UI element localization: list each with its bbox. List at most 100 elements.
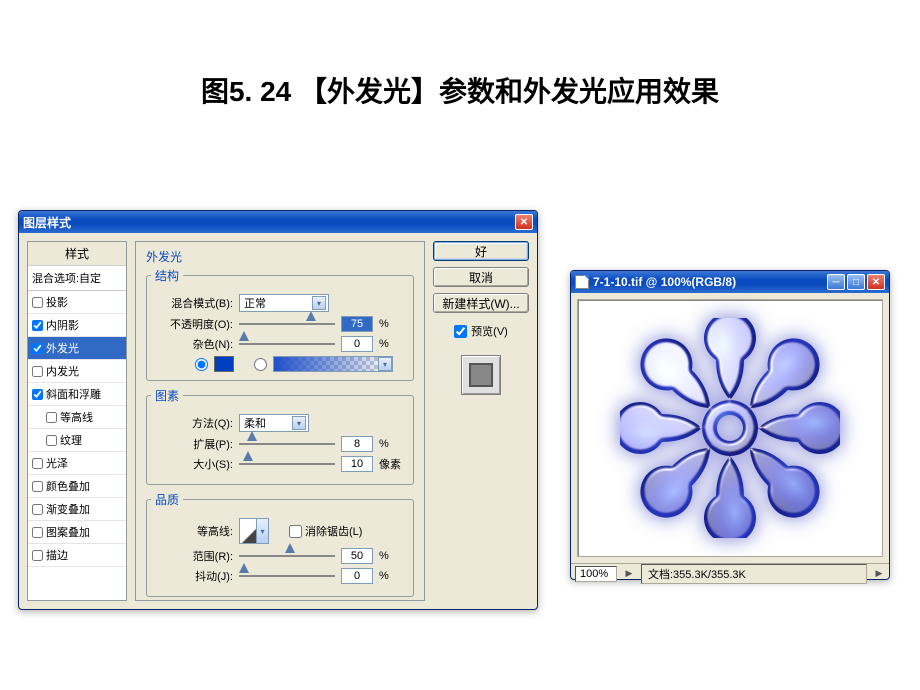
spread-slider[interactable] (239, 436, 335, 452)
style-label: 光泽 (46, 455, 68, 471)
size-unit: 像素 (379, 456, 401, 472)
quality-group: 品质 等高线: ▾ 消除锯齿(L) 范围(R): (146, 491, 414, 597)
flower-shape (620, 318, 840, 538)
style-item[interactable]: 颜色叠加 (28, 475, 126, 498)
status-bar: 100% ▶ 文档:355.3K/355.3K ▶ (571, 563, 889, 583)
style-item[interactable]: 光泽 (28, 452, 126, 475)
opacity-input[interactable] (341, 316, 373, 332)
contour-picker[interactable]: ▾ (239, 518, 269, 544)
style-checkbox[interactable] (32, 389, 43, 400)
structure-group: 结构 混合模式(B): 正常 ▾ 不透明度(O): % (146, 267, 414, 381)
canvas[interactable] (577, 299, 883, 557)
technique-value: 柔和 (244, 415, 266, 431)
chevron-down-icon[interactable]: ▾ (312, 296, 326, 310)
style-label: 颜色叠加 (46, 478, 90, 494)
jitter-slider[interactable] (239, 568, 335, 584)
chevron-right-icon[interactable]: ▶ (623, 568, 635, 579)
dialog-title: 图层样式 (23, 214, 71, 231)
style-label: 图案叠加 (46, 524, 90, 540)
style-item[interactable]: 描边 (28, 544, 126, 567)
doc-info: 文档:355.3K/355.3K (641, 564, 867, 584)
gradient-swatch[interactable]: ▾ (273, 356, 393, 372)
noise-slider[interactable] (239, 336, 335, 352)
style-checkbox[interactable] (32, 343, 43, 354)
minimize-icon[interactable]: ─ (827, 274, 845, 290)
chevron-down-icon[interactable]: ▾ (292, 416, 306, 430)
zoom-field[interactable]: 100% (575, 566, 617, 582)
chevron-right-icon[interactable]: ▶ (873, 568, 885, 579)
range-input[interactable] (341, 548, 373, 564)
noise-input[interactable] (341, 336, 373, 352)
preview-checkbox[interactable]: 预览(V) (433, 323, 529, 339)
style-label: 内发光 (46, 363, 79, 379)
style-checkbox[interactable] (46, 435, 57, 446)
style-item[interactable]: 内发光 (28, 360, 126, 383)
style-label: 等高线 (60, 409, 93, 425)
maximize-icon[interactable]: □ (847, 274, 865, 290)
size-slider-thumb[interactable] (243, 451, 253, 461)
style-checkbox[interactable] (32, 527, 43, 538)
noise-slider-thumb[interactable] (239, 331, 249, 341)
quality-legend: 品质 (151, 491, 183, 508)
spread-label: 扩展(P): (155, 436, 233, 452)
style-label: 纹理 (60, 432, 82, 448)
style-checkbox[interactable] (32, 320, 43, 331)
close-icon[interactable]: ✕ (867, 274, 885, 290)
style-label: 斜面和浮雕 (46, 386, 101, 402)
range-label: 范围(R): (155, 548, 233, 564)
style-item[interactable]: 外发光 (28, 337, 126, 360)
cancel-button[interactable]: 取消 (433, 267, 529, 287)
style-item[interactable]: 纹理 (28, 429, 126, 452)
spread-slider-thumb[interactable] (247, 431, 257, 441)
jitter-label: 抖动(J): (155, 568, 233, 584)
color-swatch[interactable] (214, 356, 234, 372)
chevron-down-icon[interactable]: ▾ (378, 357, 392, 371)
size-label: 大小(S): (155, 456, 233, 472)
style-checkbox[interactable] (32, 504, 43, 515)
opacity-slider[interactable] (239, 316, 335, 332)
page-title: 图5. 24 【外发光】参数和外发光应用效果 (0, 0, 920, 150)
style-label: 描边 (46, 547, 68, 563)
gradient-radio[interactable] (254, 358, 267, 371)
style-item[interactable]: 投影 (28, 291, 126, 314)
range-slider-thumb[interactable] (285, 543, 295, 553)
new-style-button[interactable]: 新建样式(W)... (433, 293, 529, 313)
docwin-titlebar[interactable]: 7-1-10.tif @ 100%(RGB/8) ─ □ ✕ (571, 271, 889, 293)
jitter-slider-thumb[interactable] (239, 563, 249, 573)
style-item[interactable]: 内阴影 (28, 314, 126, 337)
style-item[interactable]: 渐变叠加 (28, 498, 126, 521)
style-checkbox[interactable] (46, 412, 57, 423)
antialias-checkbox[interactable]: 消除锯齿(L) (289, 523, 362, 539)
styles-header[interactable]: 样式 (28, 242, 126, 266)
blend-mode-label: 混合模式(B): (155, 295, 233, 311)
style-item[interactable]: 等高线 (28, 406, 126, 429)
blending-options[interactable]: 混合选项:自定 (28, 266, 126, 291)
blend-mode-combo[interactable]: 正常 ▾ (239, 294, 329, 312)
style-item[interactable]: 斜面和浮雕 (28, 383, 126, 406)
opacity-slider-thumb[interactable] (306, 311, 316, 321)
size-input[interactable] (341, 456, 373, 472)
close-icon[interactable]: ✕ (515, 214, 533, 230)
color-radio[interactable] (195, 358, 208, 371)
style-label: 投影 (46, 294, 68, 310)
opacity-label: 不透明度(O): (155, 316, 233, 332)
range-unit: % (379, 550, 389, 562)
style-checkbox[interactable] (32, 458, 43, 469)
chevron-down-icon[interactable]: ▾ (256, 519, 268, 543)
style-checkbox[interactable] (32, 550, 43, 561)
size-slider[interactable] (239, 456, 335, 472)
antialias-label: 消除锯齿(L) (305, 523, 362, 539)
technique-combo[interactable]: 柔和 ▾ (239, 414, 309, 432)
ok-button[interactable]: 好 (433, 241, 529, 261)
layer-style-dialog: 图层样式 ✕ 样式 混合选项:自定 投影内阴影外发光内发光斜面和浮雕等高线纹理光… (18, 210, 538, 610)
style-checkbox[interactable] (32, 297, 43, 308)
style-checkbox[interactable] (32, 481, 43, 492)
style-checkbox[interactable] (32, 366, 43, 377)
spread-input[interactable] (341, 436, 373, 452)
dialog-titlebar[interactable]: 图层样式 ✕ (19, 211, 537, 233)
structure-legend: 结构 (151, 267, 183, 284)
jitter-input[interactable] (341, 568, 373, 584)
noise-unit: % (379, 338, 389, 350)
style-item[interactable]: 图案叠加 (28, 521, 126, 544)
range-slider[interactable] (239, 548, 335, 564)
